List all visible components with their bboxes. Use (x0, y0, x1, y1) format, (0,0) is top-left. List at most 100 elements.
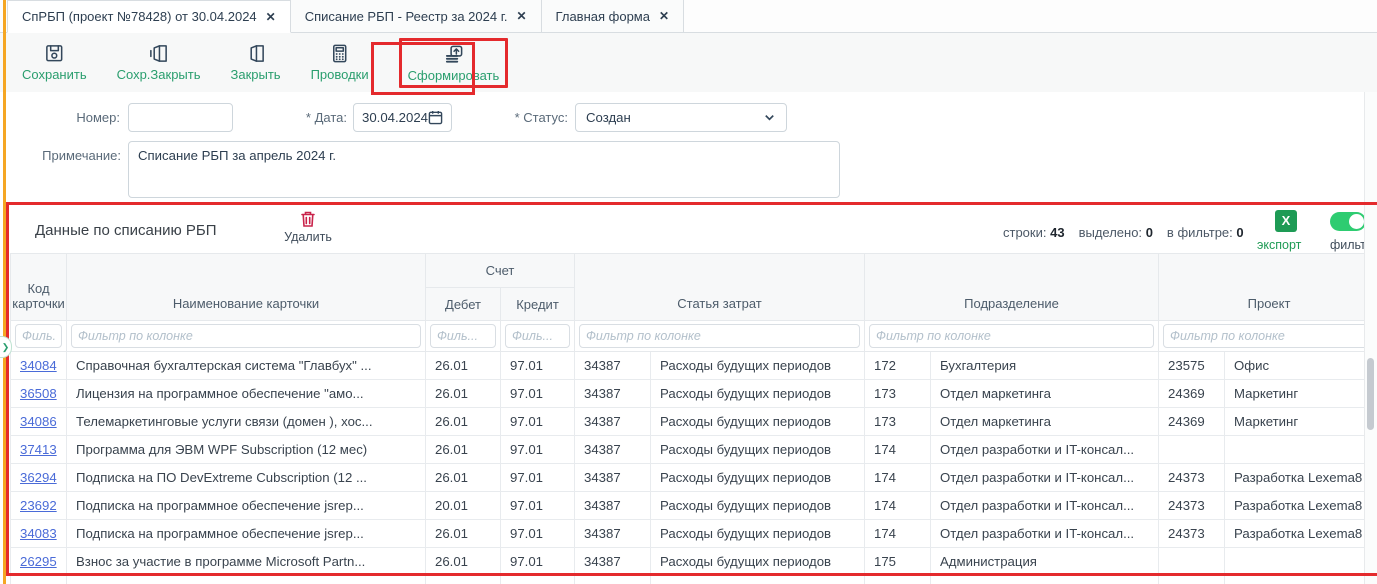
table-row-partial (11, 576, 1377, 584)
credit-cell: 97.01 (501, 548, 575, 576)
department-code-cell: 174 (865, 492, 931, 520)
table-row[interactable]: 34084 Справочная бухгалтерская система "… (11, 352, 1377, 380)
date-field[interactable]: 30.04.2024 (353, 103, 452, 132)
col-header-card-code[interactable]: Код карточки (11, 254, 67, 321)
cost-item-code-cell: 34387 (575, 548, 651, 576)
cost-item-name-cell: Расходы будущих периодов (651, 548, 865, 576)
col-header-credit[interactable]: Кредит (501, 288, 575, 321)
cost-item-code-cell: 34387 (575, 492, 651, 520)
debit-cell: 26.01 (426, 380, 501, 408)
delete-button-label: Удалить (284, 230, 332, 244)
card-name-cell: Подписка на ПО DevExtreme Cubscription (… (67, 464, 426, 492)
save-icon (44, 43, 65, 64)
note-label: Примечание: (28, 148, 121, 163)
table-row[interactable]: 37413 Программа для ЭВМ WPF Subscription… (11, 436, 1377, 464)
delete-button[interactable]: Удалить (277, 210, 339, 244)
export-label[interactable]: экспорт (1257, 238, 1301, 252)
credit-cell: 97.01 (501, 520, 575, 548)
excel-export-icon[interactable]: X (1275, 210, 1297, 232)
project-code-cell: 24369 (1159, 408, 1225, 436)
card-code-link[interactable]: 34086 (20, 414, 57, 429)
postings-button-label: Проводки (311, 67, 369, 82)
card-name-cell: Лицензия на программное обеспечение "амо… (67, 380, 426, 408)
card-code-link[interactable]: 34084 (20, 358, 57, 373)
debit-cell: 26.01 (426, 548, 501, 576)
generate-icon (443, 44, 464, 65)
card-name-cell: Подписка на программное обеспечение jsre… (67, 492, 426, 520)
debit-cell: 26.01 (426, 352, 501, 380)
tab-main-form[interactable]: Главная форма ✕ (542, 0, 684, 32)
project-name-cell (1225, 436, 1377, 464)
scrollbar-thumb[interactable] (1367, 358, 1374, 430)
close-icon[interactable]: ✕ (659, 9, 669, 23)
close-button[interactable]: Закрыть (231, 43, 281, 82)
tab-registry[interactable]: Списание РБП - Реестр за 2024 г. ✕ (291, 0, 542, 32)
close-icon[interactable]: ✕ (516, 9, 526, 23)
rows-count-label: строки: (1003, 225, 1046, 240)
save-close-button[interactable]: Сохр.Закрыть (117, 43, 201, 82)
col-header-department[interactable]: Подразделение (865, 254, 1159, 321)
trash-icon (300, 210, 316, 228)
date-label: * Дата: (255, 110, 347, 125)
table-row[interactable]: 26295 Взнос за участие в программе Micro… (11, 548, 1377, 576)
filter-input-card-code[interactable] (15, 324, 62, 348)
cost-item-name-cell: Расходы будущих периодов (651, 436, 865, 464)
department-code-cell: 174 (865, 436, 931, 464)
table-row[interactable]: 36294 Подписка на ПО DevExtreme Cubscrip… (11, 464, 1377, 492)
status-select[interactable]: Создан (575, 103, 787, 132)
door-icon (245, 43, 266, 64)
postings-button[interactable]: Проводки (311, 43, 369, 82)
filter-toggle[interactable] (1330, 212, 1366, 231)
debit-cell: 20.01 (426, 492, 501, 520)
project-name-cell (1225, 548, 1377, 576)
col-header-debit[interactable]: Дебет (426, 288, 501, 321)
cost-item-name-cell: Расходы будущих периодов (651, 408, 865, 436)
card-code-link[interactable]: 23692 (20, 498, 57, 513)
credit-cell: 97.01 (501, 352, 575, 380)
tab-sprbp-document[interactable]: СпРБП (проект №78428) от 30.04.2024 ✕ (7, 0, 291, 33)
card-code-link[interactable]: 36508 (20, 386, 57, 401)
table-row[interactable]: 23692 Подписка на программное обеспечени… (11, 492, 1377, 520)
project-code-cell: 24369 (1159, 380, 1225, 408)
department-name-cell: Бухгалтерия (931, 352, 1159, 380)
project-code-cell: 24373 (1159, 464, 1225, 492)
cost-item-code-cell: 34387 (575, 408, 651, 436)
table-row[interactable]: 34086 Телемаркетинговые услуги связи (до… (11, 408, 1377, 436)
table-row[interactable]: 36508 Лицензия на программное обеспечени… (11, 380, 1377, 408)
number-field[interactable] (128, 103, 233, 132)
col-header-cost-item[interactable]: Статья затрат (575, 254, 865, 321)
col-header-card-name[interactable]: Наименование карточки (67, 254, 426, 321)
filter-input-credit[interactable] (505, 324, 570, 348)
filter-input-department[interactable] (869, 324, 1154, 348)
card-name-cell: Подписка на программное обеспечение jsre… (67, 520, 426, 548)
number-input[interactable] (129, 104, 232, 131)
calendar-icon[interactable] (428, 110, 443, 125)
col-header-project[interactable]: Проект (1159, 254, 1377, 321)
card-code-link[interactable]: 26295 (20, 554, 57, 569)
tab-label: Списание РБП - Реестр за 2024 г. (305, 9, 508, 24)
card-code-link[interactable]: 34083 (20, 526, 57, 541)
filter-input-project[interactable] (1163, 324, 1375, 348)
cost-item-name-cell: Расходы будущих периодов (651, 464, 865, 492)
note-textarea[interactable]: Списание РБП за апрель 2024 г. (128, 141, 840, 198)
filter-input-debit[interactable] (430, 324, 496, 348)
department-code-cell: 174 (865, 464, 931, 492)
cost-item-code-cell: 34387 (575, 380, 651, 408)
rows-count-value: 43 (1050, 225, 1064, 240)
save-button[interactable]: Сохранить (22, 43, 87, 82)
grid-counters: строки: 43 выделено: 0 в фильтре: 0 (1003, 225, 1244, 240)
department-name-cell: Администрация (931, 548, 1159, 576)
card-code-link[interactable]: 37413 (20, 442, 57, 457)
cost-item-name-cell: Расходы будущих периодов (651, 520, 865, 548)
credit-cell: 97.01 (501, 380, 575, 408)
close-icon[interactable]: ✕ (266, 10, 276, 24)
tab-label: Главная форма (556, 9, 650, 24)
project-name-cell: Офис (1225, 352, 1377, 380)
filter-input-cost-item[interactable] (579, 324, 860, 348)
card-code-link[interactable]: 36294 (20, 470, 57, 485)
table-row[interactable]: 34083 Подписка на программное обеспечени… (11, 520, 1377, 548)
filtered-count-label: в фильтре: (1167, 225, 1233, 240)
generate-button[interactable]: Сформировать (399, 38, 509, 88)
filter-input-card-name[interactable] (71, 324, 421, 348)
department-name-cell: Отдел разработки и IT-консал... (931, 464, 1159, 492)
